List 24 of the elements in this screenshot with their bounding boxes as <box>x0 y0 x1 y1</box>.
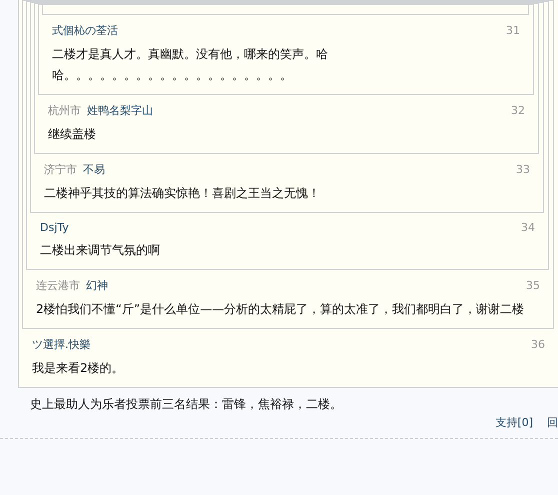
floor-number: 32 <box>511 104 525 117</box>
comment-text: 二楼才是真人才。真幽默。没有他，哪来的笑声。哈哈。。。。。。。。。。。。。。。。。。。 <box>51 46 329 84</box>
floor-number: 35 <box>526 279 540 292</box>
comment-text: 继续盖楼 <box>47 126 97 143</box>
floor-number: 31 <box>506 24 520 37</box>
city-label: 杭州市 <box>48 103 81 118</box>
comment-text: 二楼出来调节气氛的啊 <box>39 242 161 259</box>
user-name[interactable]: ツ選擇.快樂 <box>32 337 90 352</box>
comment-text: 我是来看2楼的。 <box>31 360 125 377</box>
comment-text: 二楼神乎其技的算法确实惊艳！喜剧之王当之无愧！ <box>43 185 321 202</box>
user-name[interactable]: 不易 <box>83 162 105 177</box>
user-name[interactable]: 式個杺の荃活 <box>52 23 118 38</box>
action-link[interactable]: 回 <box>547 415 558 430</box>
city-label: 连云港市 <box>36 278 80 293</box>
floor-number: 33 <box>516 163 530 176</box>
user-name[interactable]: 幻神 <box>86 278 108 293</box>
action-link[interactable]: 支持[0] <box>495 415 533 430</box>
user-name[interactable]: DsjTy <box>40 221 69 234</box>
city-label: 济宁市 <box>44 162 77 177</box>
floor-number: 36 <box>531 338 545 351</box>
post-text: 史上最助人为乐者投票前三名结果：雷锋，焦裕禄，二楼。 <box>29 396 343 413</box>
user-name[interactable]: 姓鸭名梨字山 <box>87 103 153 118</box>
comment-text: 2楼怕我们不懂“斤”是什么单位——分析的太精屁了，算的太准了，我们都明白了，谢谢二楼 <box>35 301 526 318</box>
floor-number: 34 <box>521 221 535 234</box>
